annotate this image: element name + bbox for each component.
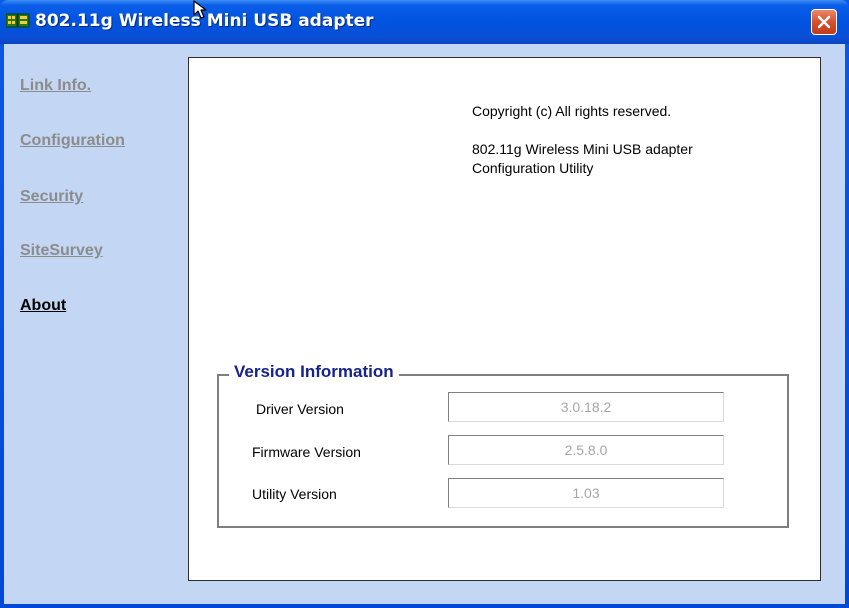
client-area: Link Info. Configuration Security SiteSu… xyxy=(4,44,845,604)
utility-version-field: 1.03 xyxy=(448,478,724,508)
copyright-text: Copyright (c) All rights reserved. xyxy=(472,103,672,119)
product-name-text: 802.11g Wireless Mini USB adapter xyxy=(472,141,693,157)
firmware-version-field: 2.5.8.0 xyxy=(448,435,724,465)
about-panel: Copyright (c) All rights reserved. 802.1… xyxy=(188,57,821,581)
close-button[interactable] xyxy=(811,9,837,35)
mouse-pointer-icon xyxy=(193,0,211,20)
sidebar-item-configuration[interactable]: Configuration xyxy=(20,132,125,150)
sidebar-item-about[interactable]: About xyxy=(20,297,66,315)
version-information-title: Version Information xyxy=(229,362,399,382)
app-window: 802.11g Wireless Mini USB adapter Link I… xyxy=(0,0,849,608)
sidebar-item-site-survey[interactable]: SiteSurvey xyxy=(20,242,103,260)
title-bar[interactable]: 802.11g Wireless Mini USB adapter xyxy=(0,0,849,44)
version-information-group: Version Information Driver Version 3.0.1… xyxy=(217,362,789,528)
driver-version-label: Driver Version xyxy=(256,401,344,417)
utility-version-label: Utility Version xyxy=(252,486,337,502)
close-icon xyxy=(817,15,831,29)
sidebar-item-link-info[interactable]: Link Info. xyxy=(20,77,91,95)
product-subtitle-text: Configuration Utility xyxy=(472,160,594,176)
firmware-version-label: Firmware Version xyxy=(252,444,361,460)
network-adapter-icon xyxy=(5,13,30,29)
driver-version-field: 3.0.18.2 xyxy=(448,392,724,422)
sidebar-item-security[interactable]: Security xyxy=(20,188,83,206)
